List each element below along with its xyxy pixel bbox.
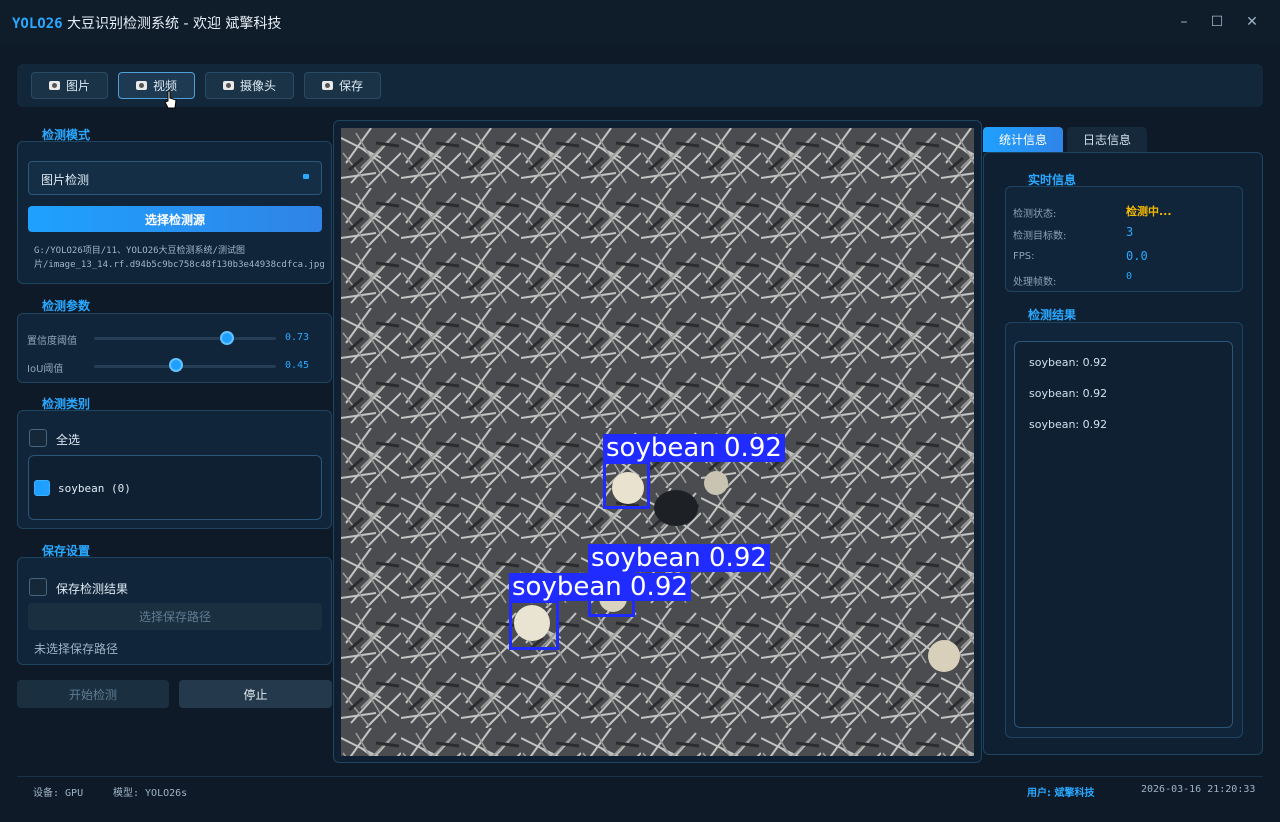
tab-logs[interactable]: 日志信息 — [1067, 127, 1147, 152]
camera-button[interactable]: 摄像头 — [205, 72, 294, 99]
source-path: G:/YOLO26项目/11、YOLO26大豆检测系统/测试图片/image_1… — [34, 246, 325, 270]
device-info: 设备: GPU — [33, 788, 84, 799]
iou-slider-handle[interactable] — [168, 358, 183, 372]
conf-slider-handle[interactable] — [219, 331, 234, 345]
mode-select-value: 图片检测 — [41, 173, 90, 187]
iou-value: 0.45 — [285, 360, 310, 371]
bbox-3-label: soybean 0.92 — [509, 573, 691, 601]
save-button[interactable]: 保存 — [304, 72, 381, 99]
tab-statistics[interactable]: 统计信息 — [983, 127, 1063, 152]
frames-value: 0 — [1126, 271, 1133, 282]
pointer-cursor-icon — [164, 90, 177, 109]
status-label: 检测状态: — [1013, 209, 1057, 220]
window-title-text: 大豆识别检测系统 - 欢迎 斌擎科技 — [67, 16, 282, 32]
datetime: 2026-03-16 21:20:33 — [1141, 784, 1256, 795]
image-button-label: 图片 — [65, 79, 90, 93]
bbox-3 — [509, 600, 559, 650]
video-button[interactable]: 视频 — [118, 72, 195, 99]
close-icon[interactable]: ✕ — [1242, 12, 1262, 32]
frames-label: 处理帧数: — [1013, 277, 1057, 288]
toolbar: 图片 视频 摄像头 保存 — [17, 64, 1263, 107]
fps-value: 0.0 — [1126, 249, 1148, 263]
bbox-1-label: soybean 0.92 — [603, 434, 785, 462]
camera-button-label: 摄像头 — [239, 79, 276, 93]
params-panel — [17, 313, 332, 383]
mode-select[interactable]: 图片检测 — [28, 161, 322, 195]
class-soybean-label: soybean (0) — [58, 482, 131, 495]
select-all-label: 全选 — [56, 433, 81, 447]
window-title: YOLO26 大豆识别检测系统 - 欢迎 斌擎科技 — [12, 13, 281, 33]
maximize-icon[interactable]: ☐ — [1207, 12, 1227, 32]
image-button[interactable]: 图片 — [31, 72, 108, 99]
iou-slider-track[interactable] — [94, 365, 276, 368]
class-soybean-checkbox[interactable] — [34, 480, 50, 496]
count-label: 检测目标数: — [1013, 231, 1067, 242]
save-results-label: 保存检测结果 — [56, 582, 129, 596]
title-bar: YOLO26 大豆识别检测系统 - 欢迎 斌擎科技 – ☐ ✕ — [0, 0, 1280, 44]
select-source-button[interactable]: 选择检测源 — [28, 206, 322, 232]
conf-value: 0.73 — [285, 332, 310, 343]
choose-path-button[interactable]: 选择保存路径 — [28, 603, 322, 630]
params-section-title: 检测参数 — [42, 299, 91, 313]
status-value: 检测中... — [1126, 205, 1172, 218]
result-item: soybean: 0.92 — [1029, 387, 1108, 400]
count-value: 3 — [1126, 225, 1134, 239]
model-info: 模型: YOLO26s — [113, 788, 188, 799]
conf-label: 置信度阈值 — [27, 336, 77, 347]
iou-label: IoU阈值 — [27, 364, 64, 375]
video-icon — [135, 81, 147, 90]
fps-label: FPS: — [1013, 251, 1035, 262]
result-item: soybean: 0.92 — [1029, 356, 1108, 369]
chevron-down-icon — [303, 174, 309, 179]
results-title: 检测结果 — [1028, 308, 1077, 322]
brand-text: YOLO26 — [12, 16, 63, 32]
conf-slider-track[interactable] — [94, 337, 276, 340]
detection-image: soybean 0.92 soybean 0.92 soybean 0.92 — [341, 128, 974, 756]
minimize-icon[interactable]: – — [1174, 12, 1194, 32]
result-item: soybean: 0.92 — [1029, 418, 1108, 431]
save-button-label: 保存 — [338, 79, 363, 93]
save-results-checkbox[interactable] — [29, 578, 47, 596]
bbox-1 — [603, 461, 650, 509]
camera-icon — [48, 81, 60, 90]
user-info: 用户: 斌擎科技 — [1027, 788, 1095, 799]
bbox-2-label: soybean 0.92 — [588, 544, 770, 572]
save-path-text: 未选择保存路径 — [34, 642, 119, 656]
webcam-icon — [222, 81, 234, 90]
save-icon — [321, 81, 333, 90]
stop-button[interactable]: 停止 — [179, 680, 332, 708]
select-all-checkbox[interactable] — [29, 429, 47, 447]
start-detection-button[interactable]: 开始检测 — [17, 680, 169, 708]
